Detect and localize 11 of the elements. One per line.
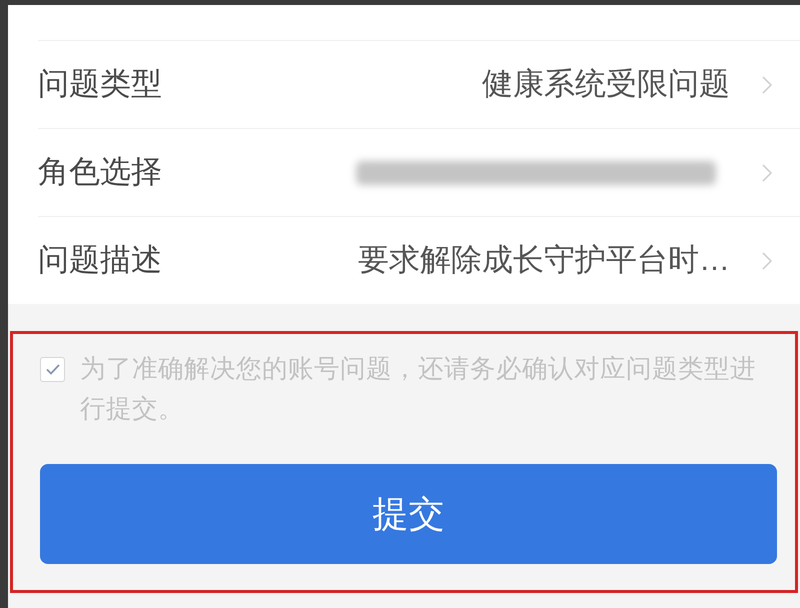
checkbox[interactable] (40, 357, 65, 382)
chevron-right-icon[interactable] (762, 164, 772, 182)
checkmark-icon (46, 364, 60, 375)
field-label: 角色选择 (38, 153, 162, 192)
field-label: 问题描述 (38, 241, 162, 280)
chevron-right-icon[interactable] (762, 252, 772, 270)
field-value: 健康系统受限问题 (482, 65, 730, 104)
chevron-right-icon[interactable] (762, 76, 772, 94)
field-value: 要求解除成长守护平台时… (358, 241, 730, 280)
field-label: 问题类型 (38, 65, 162, 104)
submit-button[interactable]: 提交 (40, 464, 777, 564)
